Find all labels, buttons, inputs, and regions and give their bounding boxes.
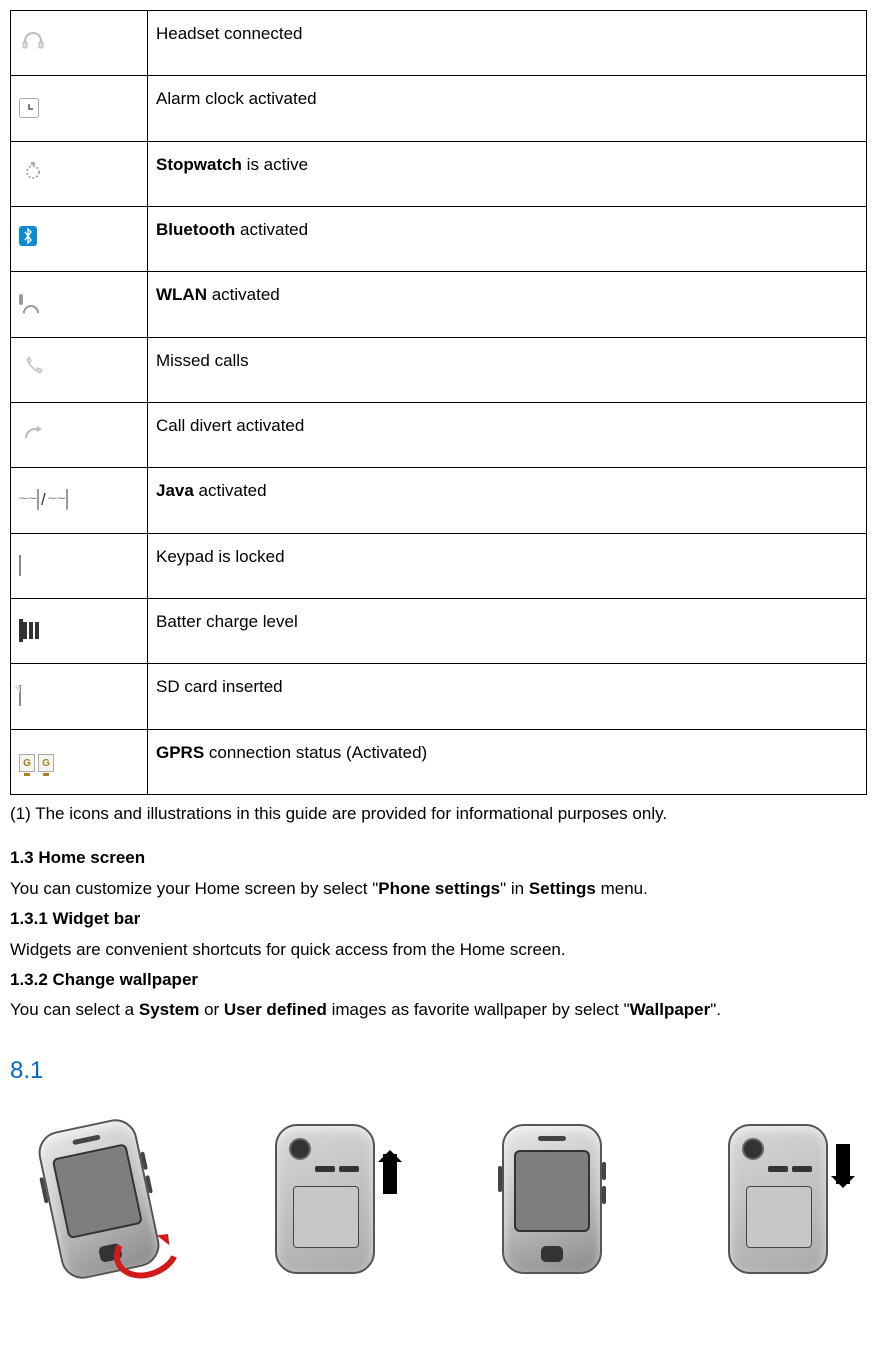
battery-level-icon (19, 619, 23, 642)
phone-illustration-4 (693, 1109, 863, 1289)
gprs-icon: G G (19, 754, 54, 776)
section-1-3-1-body: Widgets are convenient shortcuts for qui… (10, 937, 867, 963)
phone-illustration-3 (467, 1109, 637, 1289)
icon-description-rest: activated (207, 285, 280, 304)
stopwatch-icon (19, 159, 47, 181)
table-row: Bluetooth activated (11, 207, 867, 272)
icon-description-bold: Stopwatch (156, 155, 242, 174)
section-1-3-title: 1.3 Home screen (10, 845, 867, 871)
phone-illustrations-row (10, 1109, 867, 1289)
bluetooth-icon (19, 226, 37, 246)
icon-description-rest: activated (194, 481, 267, 500)
keypad-locked-icon (19, 555, 21, 576)
footnote-1: (1) The icons and illustrations in this … (10, 801, 867, 827)
icon-description-bold: GPRS (156, 743, 204, 762)
alarm-icon (19, 98, 39, 118)
icon-description: Keypad is locked (156, 547, 285, 566)
headset-icon (19, 29, 47, 51)
section-1-3-2-body: You can select a System or User defined … (10, 997, 867, 1023)
status-icons-table: Headset connected Alarm clock activated … (10, 10, 867, 795)
table-row: Batter charge level (11, 599, 867, 664)
icon-description: Alarm clock activated (156, 89, 317, 108)
phone-illustration-1 (14, 1109, 184, 1289)
table-row: Call divert activated (11, 403, 867, 468)
table-row: Alarm clock activated (11, 76, 867, 141)
icon-description: Call divert activated (156, 416, 304, 435)
icon-description-bold: Java (156, 481, 194, 500)
icon-description-rest: is active (242, 155, 308, 174)
icon-description: Missed calls (156, 351, 249, 370)
table-row: G G GPRS connection status (Activated) (11, 729, 867, 794)
icon-description: SD card inserted (156, 677, 283, 696)
up-arrow-icon (383, 1154, 397, 1194)
table-row: Missed calls (11, 337, 867, 402)
call-divert-icon (19, 422, 47, 444)
table-row: WLAN activated (11, 272, 867, 337)
table-row: ⁓⁓ / ⁓⁓ Java activated (11, 468, 867, 533)
icon-description-bold: WLAN (156, 285, 207, 304)
section-1-3-body: You can customize your Home screen by se… (10, 876, 867, 902)
section-1-3-1-title: 1.3.1 Widget bar (10, 906, 867, 932)
missed-calls-icon (19, 355, 47, 377)
icon-description-bold: Bluetooth (156, 220, 235, 239)
table-row: SD card inserted (11, 664, 867, 729)
down-arrow-icon (836, 1144, 850, 1184)
icon-description-rest: connection status (Activated) (204, 743, 427, 762)
java-icon: ⁓⁓ / ⁓⁓ (19, 487, 139, 513)
phone-illustration-2 (240, 1109, 410, 1289)
sd-card-icon (19, 685, 21, 706)
icon-description: Batter charge level (156, 612, 298, 631)
table-row: Keypad is locked (11, 533, 867, 598)
table-row: Stopwatch is active (11, 141, 867, 206)
table-row: Headset connected (11, 11, 867, 76)
icon-description: Headset connected (156, 24, 303, 43)
icon-description-rest: activated (235, 220, 308, 239)
section-number-link[interactable]: 8.1 (10, 1052, 867, 1089)
section-1-3-2-title: 1.3.2 Change wallpaper (10, 967, 867, 993)
